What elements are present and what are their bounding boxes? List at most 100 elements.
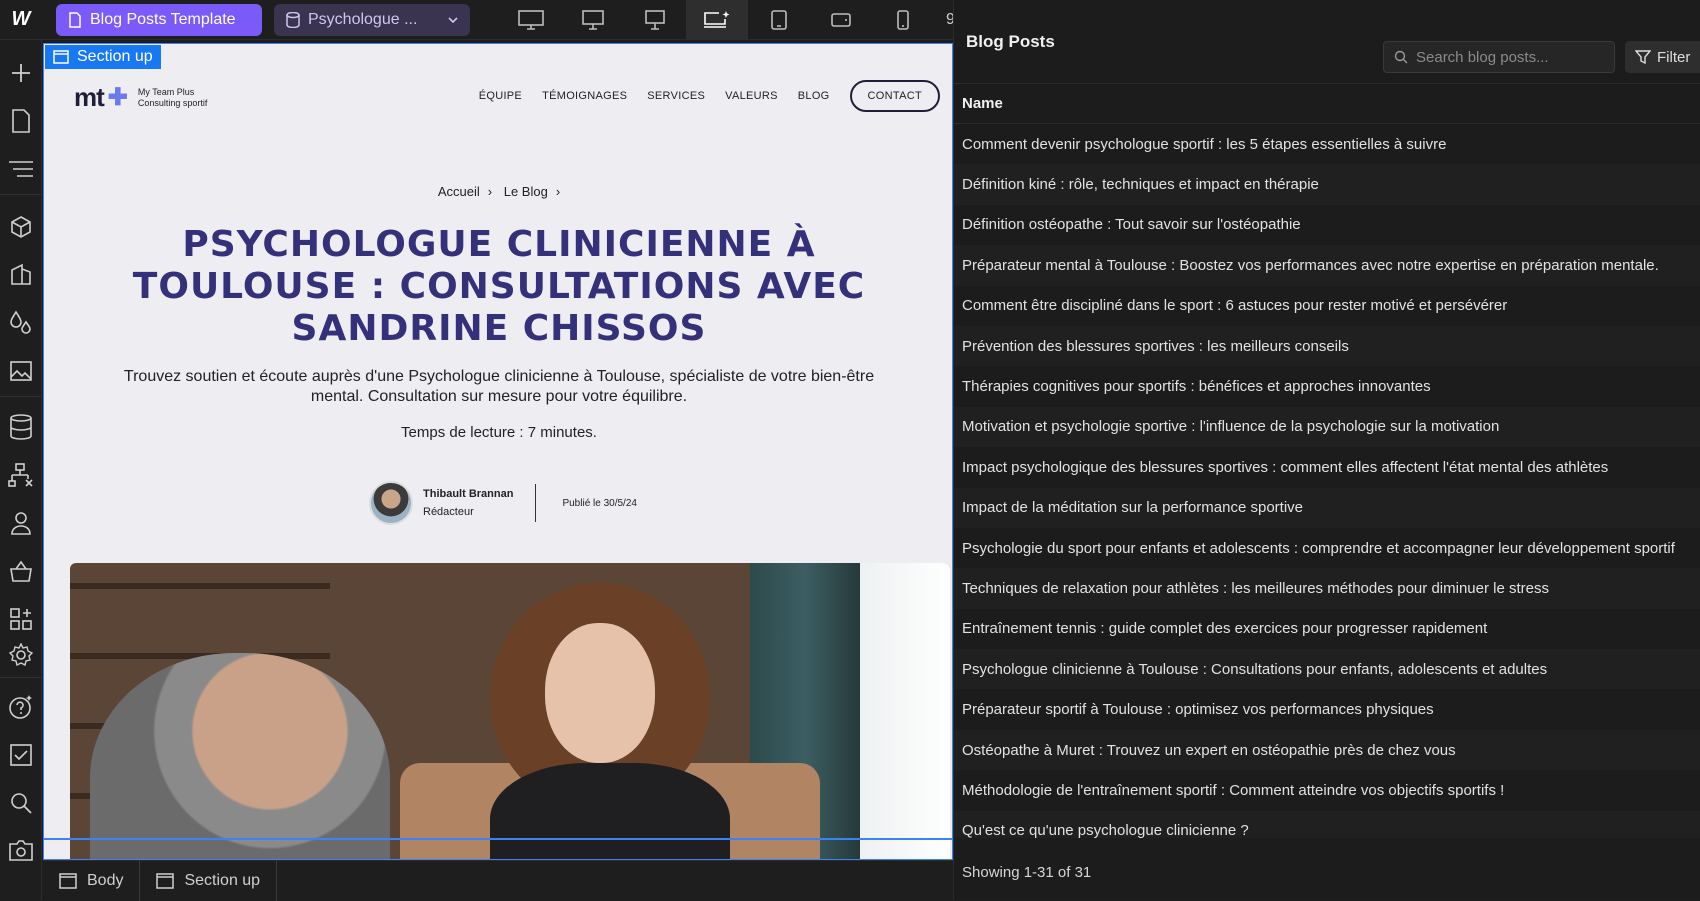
variables-icon[interactable] <box>0 308 42 338</box>
audit-check-icon[interactable] <box>0 740 42 770</box>
nav-link-valeurs[interactable]: VALEURS <box>725 90 778 102</box>
toolbar-divider <box>0 194 42 195</box>
search-input[interactable] <box>1416 48 1606 66</box>
breakpoint-desktop-base[interactable] <box>686 0 748 40</box>
breakpoint-1920[interactable] <box>500 0 562 40</box>
settings-icon[interactable] <box>0 640 42 670</box>
nav-link-blog[interactable]: BLOG <box>798 90 830 102</box>
breadcrumb-blog[interactable]: Le Blog <box>504 184 548 199</box>
selected-element-tag[interactable]: Section up <box>45 45 161 69</box>
desktop-star-icon <box>704 10 730 28</box>
list-item[interactable]: Comment être discipliné dans le sport : … <box>954 286 1700 326</box>
filter-button[interactable]: Filter <box>1625 41 1700 73</box>
author-block: Thibault Brannan Rédacteur Publié le 30/… <box>369 480 679 526</box>
filter-icon <box>1635 50 1651 65</box>
section-icon <box>53 50 69 64</box>
list-item[interactable]: Comment devenir psychologue sportif : le… <box>954 124 1700 164</box>
monitor-icon <box>645 9 665 30</box>
column-header-label: Name <box>962 95 1003 112</box>
style-selectors-icon[interactable] <box>0 260 42 290</box>
list-item[interactable]: Psychologie du sport pour enfants et ado… <box>954 528 1700 568</box>
list-item[interactable]: Préparateur mental à Toulouse : Boostez … <box>954 245 1700 286</box>
nav-link-temoignages[interactable]: TÉMOIGNAGES <box>542 90 627 102</box>
nav-link-services[interactable]: SERVICES <box>647 90 705 102</box>
template-page-button[interactable]: Blog Posts Template <box>56 3 262 36</box>
list-item[interactable]: Techniques de relaxation pour athlètes :… <box>954 568 1700 609</box>
breakpoint-tablet[interactable] <box>748 0 810 40</box>
woman-face <box>545 623 655 763</box>
chevron-down-icon <box>448 16 458 23</box>
published-date: 30/5/24 <box>603 497 637 509</box>
woman-body <box>490 763 730 859</box>
collection-item-label: Psychologue ... <box>308 10 418 28</box>
breakpoint-mobile-portrait[interactable] <box>872 0 934 40</box>
add-icon[interactable] <box>0 58 42 88</box>
assets-icon[interactable] <box>0 356 42 386</box>
list-item[interactable]: Définition ostéopathe : Tout savoir sur … <box>954 205 1700 245</box>
published-label: Publié le <box>562 497 601 509</box>
section-bottom-guide <box>44 838 952 840</box>
window <box>860 563 950 859</box>
element-breadcrumb-bar: Body Section up <box>43 860 953 901</box>
logic-icon[interactable] <box>0 460 42 490</box>
nav-link-equipe[interactable]: ÉQUIPE <box>479 90 522 102</box>
left-toolbar <box>0 40 42 900</box>
webflow-logo[interactable]: W <box>0 0 42 40</box>
filter-label: Filter <box>1657 48 1691 66</box>
apps-icon[interactable] <box>0 604 42 634</box>
article-breadcrumb: Accueil › Le Blog › <box>44 184 952 199</box>
list-item[interactable]: Motivation et psychologie sportive : l'i… <box>954 406 1700 448</box>
list-item[interactable]: Prévention des blessures sportives : les… <box>954 325 1700 367</box>
items-list: Comment devenir psychologue sportif : le… <box>954 124 1700 838</box>
article-subtitle: Trouvez soutien et écoute auprès d'une P… <box>123 368 875 405</box>
search-icon[interactable] <box>0 788 42 818</box>
breadcrumb-body-label: Body <box>87 871 124 889</box>
breakpoint-1440[interactable] <box>562 0 624 40</box>
help-ai-icon[interactable] <box>0 692 42 722</box>
list-item[interactable]: Ostéopathe à Muret : Trouvez un expert e… <box>954 729 1700 771</box>
list-item[interactable]: Impact psychologique des blessures sport… <box>954 447 1700 487</box>
page-icon <box>69 11 81 28</box>
panel-title: Blog Posts <box>966 31 1055 51</box>
chevron-right-icon: › <box>487 184 493 199</box>
list-item[interactable]: Préparateur sportif à Toulouse : optimis… <box>954 689 1700 729</box>
components-icon[interactable] <box>0 212 42 242</box>
design-canvas[interactable]: mt ✚ My Team Plus Consulting sportif ÉQU… <box>43 43 953 860</box>
list-item[interactable]: Méthodologie de l'entraînement sportif :… <box>954 770 1700 810</box>
column-header-name[interactable]: Name <box>954 84 1700 124</box>
breakpoint-mobile-landscape[interactable] <box>810 0 872 40</box>
bookshelf <box>70 583 330 589</box>
toolbar-divider <box>0 396 42 397</box>
breadcrumb-body[interactable]: Body <box>43 860 141 901</box>
list-item[interactable]: Psychologue clinicienne à Toulouse : Con… <box>954 649 1700 690</box>
navigator-icon[interactable] <box>0 154 42 184</box>
brand-line-1: My Team Plus <box>137 86 195 97</box>
template-page-label: Blog Posts Template <box>90 10 236 28</box>
list-item[interactable]: Thérapies cognitives pour sportifs : bén… <box>954 366 1700 406</box>
search-icon <box>1394 50 1408 64</box>
author-role: Rédacteur <box>423 506 474 518</box>
video-tutorials-icon[interactable] <box>0 836 42 866</box>
tablet-icon <box>771 9 787 30</box>
list-item[interactable]: Définition kiné : rôle, techniques et im… <box>954 164 1700 205</box>
breadcrumb-section-up[interactable]: Section up <box>140 860 278 901</box>
brand-text: My Team Plus Consulting sportif <box>138 87 208 109</box>
ecommerce-icon[interactable] <box>0 556 42 586</box>
search-field[interactable] <box>1383 41 1615 73</box>
cms-icon[interactable] <box>0 412 42 442</box>
phone-icon <box>897 9 909 30</box>
list-item[interactable]: Entraînement tennis : guide complet des … <box>954 609 1700 649</box>
list-item[interactable]: Qu'est ce qu'une psychologue clinicienne… <box>954 810 1700 838</box>
site-nav-menu: ÉQUIPE TÉMOIGNAGES SERVICES VALEURS BLOG… <box>479 80 952 112</box>
author-avatar <box>369 481 413 525</box>
breadcrumb-home[interactable]: Accueil <box>438 184 480 199</box>
collection-item-selector[interactable]: Psychologue ... <box>274 3 470 36</box>
breakpoint-1280[interactable] <box>624 0 686 40</box>
site-logo[interactable]: mt ✚ My Team Plus Consulting sportif <box>74 82 207 113</box>
pages-icon[interactable] <box>0 106 42 136</box>
breakpoint-switcher <box>500 0 934 40</box>
contact-button[interactable]: CONTACT <box>849 80 940 112</box>
article-title: PSYCHOLOGUE CLINICIENNE À TOULOUSE : CON… <box>132 224 866 349</box>
users-icon[interactable] <box>0 508 42 538</box>
list-item[interactable]: Impact de la méditation sur la performan… <box>954 487 1700 528</box>
